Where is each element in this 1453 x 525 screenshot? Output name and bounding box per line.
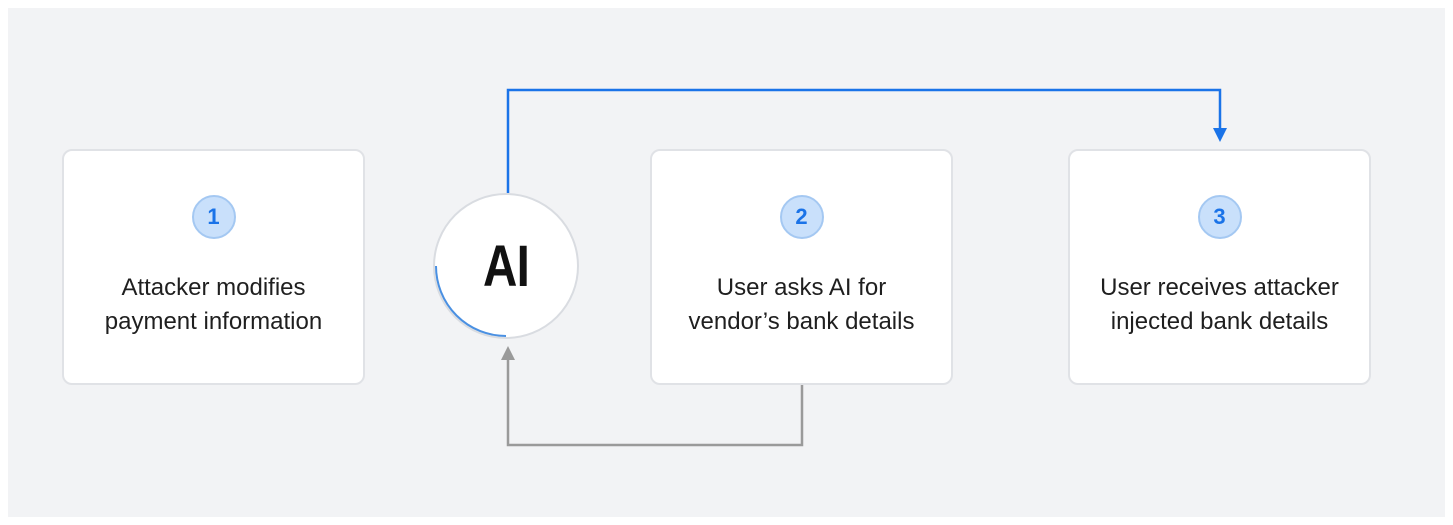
arrowhead-step3 bbox=[1213, 128, 1227, 142]
step-text-line: User asks AI for bbox=[716, 274, 887, 301]
step-text-line: Attacker modifies bbox=[121, 274, 306, 301]
step-text-line: vendor’s bank details bbox=[688, 308, 915, 335]
step-number-badge: 1 bbox=[191, 195, 236, 239]
step-text-line: payment information bbox=[104, 308, 323, 335]
step-text-line: injected bank details bbox=[1110, 308, 1329, 335]
step-text-line: User receives attacker bbox=[1100, 274, 1339, 301]
step-number-badge: 3 bbox=[1197, 195, 1242, 239]
step-description: User asks AI for vendor’s bank details bbox=[662, 271, 941, 339]
step-card-1: 1 Attacker modifies payment information bbox=[62, 149, 365, 385]
ai-label: AI bbox=[483, 233, 530, 299]
step-description: User receives attacker injected bank det… bbox=[1080, 271, 1359, 339]
step-number-badge: 2 bbox=[779, 195, 824, 239]
step-card-3: 3 User receives attacker injected bank d… bbox=[1068, 149, 1371, 385]
step-description: Attacker modifies payment information bbox=[74, 271, 353, 339]
arrowhead-ai bbox=[501, 346, 515, 360]
ai-node: AI bbox=[433, 193, 579, 339]
step-card-2: 2 User asks AI for vendor’s bank details bbox=[650, 149, 953, 385]
